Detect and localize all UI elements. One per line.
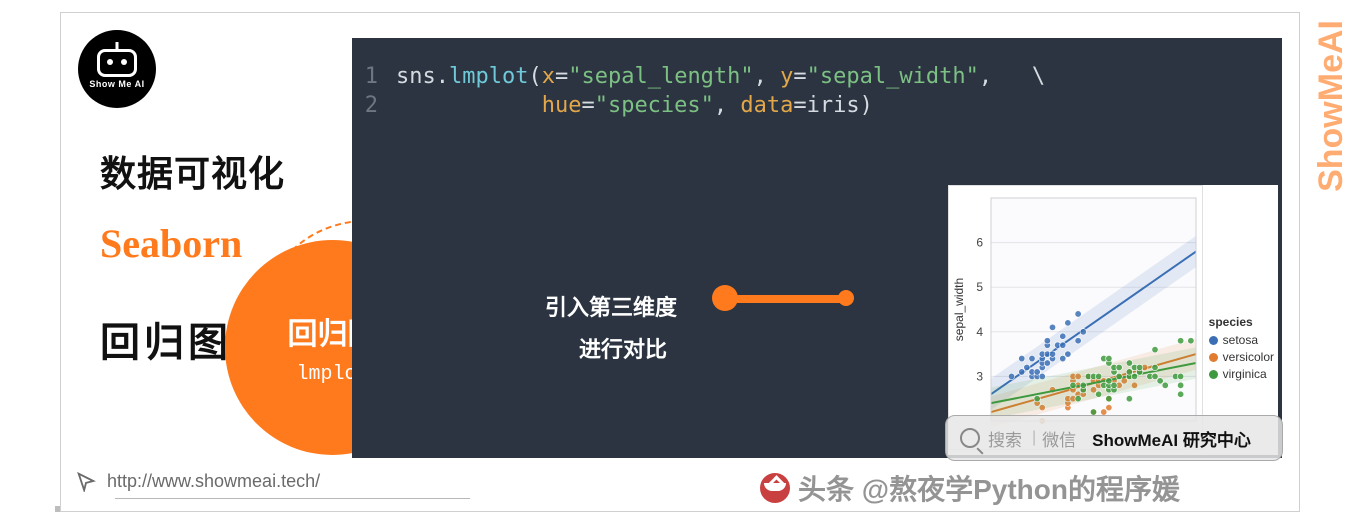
annotation-end-dot-icon <box>838 290 854 306</box>
credit-prefix: 头条 @ <box>798 474 889 505</box>
annotation: 引入第三维度 进行对比 <box>545 290 677 364</box>
legend-label: versicolor <box>1223 350 1274 364</box>
brand-name: Show Me AI <box>89 79 144 89</box>
search-channel: 微信 <box>1042 426 1076 451</box>
library-name: Seaborn <box>100 220 242 267</box>
svg-text:4: 4 <box>976 325 983 339</box>
svg-text:3: 3 <box>976 369 983 383</box>
legend-item: setosa <box>1209 333 1274 347</box>
search-account: ShowMeAI 研究中心 <box>1092 426 1251 451</box>
footer-url[interactable]: http://www.showmeai.tech/ <box>107 471 320 492</box>
legend-item: versicolor <box>1209 350 1274 364</box>
credit-name: 熬夜学Python的程序媛 <box>889 474 1180 505</box>
search-icon <box>960 428 980 448</box>
separator-icon: | <box>1032 429 1036 447</box>
legend-swatch-icon <box>1209 336 1218 345</box>
legend-swatch-icon <box>1209 353 1218 362</box>
annotation-connector <box>725 295 845 303</box>
line-number: 1 <box>352 64 396 89</box>
svg-text:sepal_width: sepal_width <box>952 278 966 341</box>
legend-label: setosa <box>1223 333 1258 347</box>
footer-underline <box>115 498 470 499</box>
annotation-line2: 进行对比 <box>545 332 677 364</box>
robot-icon <box>97 49 137 77</box>
legend-title: species <box>1209 315 1274 329</box>
toutiao-icon <box>760 473 790 503</box>
annotation-line1: 引入第三维度 <box>545 290 677 322</box>
svg-text:5: 5 <box>976 280 983 294</box>
brand-vertical: ShowMeAI <box>1312 20 1351 192</box>
line-number: 2 <box>352 93 396 118</box>
search-placeholder: 搜索 <box>988 426 1022 451</box>
topic-title: 数据可视化 <box>100 145 285 197</box>
credit: 头条 @熬夜学Python的程序媛 <box>760 468 1180 508</box>
legend-label: virginica <box>1223 367 1267 381</box>
code-line: 1sns.lmplot(x="sepal_length", y="sepal_w… <box>352 62 1282 91</box>
search-pill[interactable]: 搜索 | 微信 ShowMeAI 研究中心 <box>945 415 1283 461</box>
legend-swatch-icon <box>1209 370 1218 379</box>
code-content: sns.lmplot(x="sepal_length", y="sepal_wi… <box>396 64 1045 89</box>
code-line: 2 hue="species", data=iris) <box>352 91 1282 120</box>
svg-text:6: 6 <box>976 236 983 250</box>
cursor-icon <box>75 470 97 492</box>
legend-item: virginica <box>1209 367 1274 381</box>
chart-legend: species setosa versicolor virginica <box>1209 315 1274 384</box>
footer: http://www.showmeai.tech/ <box>75 470 320 492</box>
brand-logo: Show Me AI <box>78 30 156 108</box>
chart-category: 回归图 <box>100 310 232 368</box>
code-content: hue="species", data=iris) <box>396 93 873 118</box>
